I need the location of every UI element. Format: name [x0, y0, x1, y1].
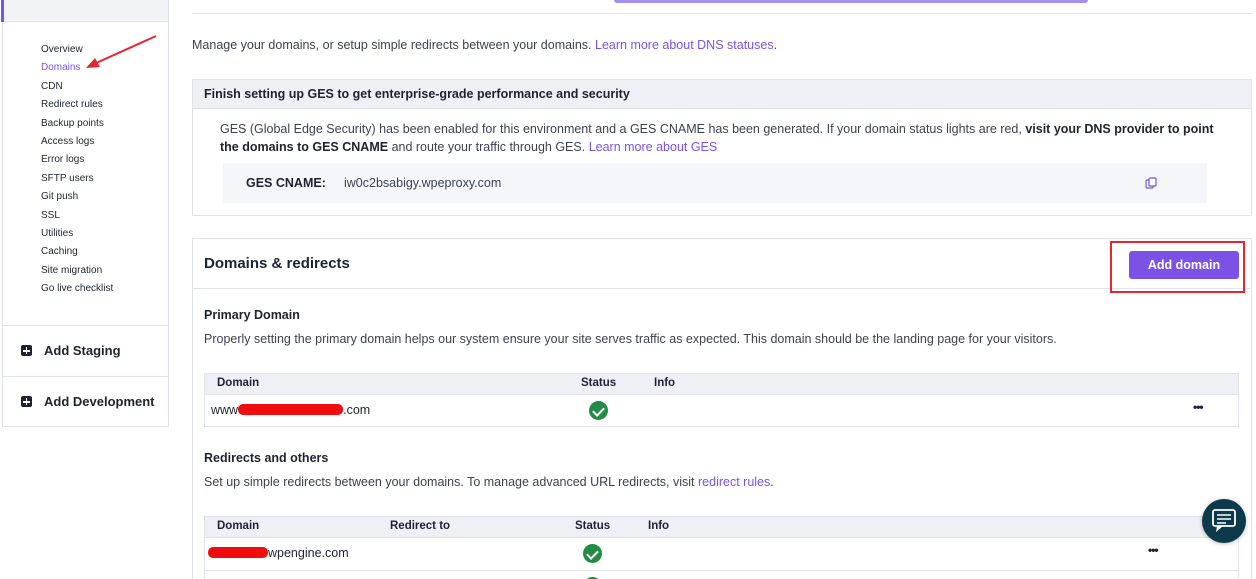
table-header: Domain Status Info	[205, 374, 1238, 394]
sidebar-item-utilities[interactable]: Utilities	[41, 225, 113, 243]
sidebar-item-cdn[interactable]: CDN	[41, 78, 113, 96]
domains-panel-title: Domains & redirects	[193, 239, 1251, 289]
more-options-icon[interactable]: •••	[1193, 400, 1204, 414]
add-staging-button[interactable]: Add Staging	[3, 325, 168, 375]
annotation-arrow-icon	[86, 35, 157, 68]
ges-cname-box: GES CNAME: iw0c2bsabigy.wpeproxy.com	[223, 163, 1207, 203]
plus-square-icon	[21, 345, 32, 356]
copy-icon[interactable]	[1145, 177, 1157, 189]
sidebar-active-marker	[1, 0, 4, 22]
ges-panel: Finish setting up GES to get enterprise-…	[192, 79, 1252, 216]
top-progress-bar	[614, 0, 1088, 3]
ges-learn-more-link[interactable]: Learn more about GES	[589, 140, 718, 154]
column-domain: Domain	[217, 520, 260, 532]
sidebar-item-redirect-rules[interactable]: Redirect rules	[41, 96, 113, 114]
column-status: Status	[581, 377, 617, 389]
ges-body-text-end: and route your traffic through GES.	[391, 139, 586, 154]
sidebar-item-ssl[interactable]: SSL	[41, 207, 113, 225]
redirects-title: Redirects and others	[204, 451, 329, 465]
sidebar-item-access-logs[interactable]: Access logs	[41, 133, 113, 151]
sidebar-item-caching[interactable]: Caching	[41, 243, 113, 261]
chat-button[interactable]	[1202, 499, 1246, 543]
sidebar-item-go-live-checklist[interactable]: Go live checklist	[41, 280, 113, 298]
status-ok-icon	[583, 544, 602, 563]
intro-description: Manage your domains, or setup simple red…	[192, 38, 592, 52]
domain-suffix: wpengine.com	[268, 546, 349, 560]
primary-domain-title: Primary Domain	[204, 308, 300, 322]
intro-suffix: .	[773, 38, 778, 52]
add-development-button[interactable]: Add Development	[3, 376, 168, 426]
redirects-description: Set up simple redirects between your dom…	[204, 475, 774, 489]
column-info: Info	[648, 520, 670, 532]
redirects-suffix: .	[770, 475, 774, 489]
more-options-icon[interactable]: •••	[1148, 543, 1159, 557]
column-status: Status	[575, 520, 611, 532]
redirect-rules-link[interactable]: redirect rules	[698, 475, 770, 489]
ges-description: GES (Global Edge Security) has been enab…	[220, 121, 1230, 156]
annotation-highlight-box	[1110, 241, 1245, 293]
redirects-table: Domain Redirect to Status Info wpengine.…	[204, 516, 1239, 579]
redacted-text	[208, 547, 268, 558]
table-row[interactable]	[205, 570, 1238, 579]
sidebar-item-error-logs[interactable]: Error logs	[41, 151, 113, 169]
sidebar-item-backup-points[interactable]: Backup points	[41, 115, 113, 133]
redacted-text	[238, 404, 344, 415]
sidebar-item-sftp-users[interactable]: SFTP users	[41, 170, 113, 188]
ges-body-text: GES (Global Edge Security) has been enab…	[220, 122, 1022, 136]
domain-suffix: .com	[343, 403, 371, 417]
table-row[interactable]: wpengine.com •••	[205, 537, 1238, 570]
primary-domain-description: Properly setting the primary domain help…	[204, 332, 1057, 346]
column-redirect-to: Redirect to	[390, 520, 451, 532]
add-staging-label: Add Staging	[44, 343, 121, 358]
plus-square-icon	[21, 396, 32, 407]
primary-domain-table: Domain Status Info www .com •••	[204, 373, 1239, 427]
sidebar-header	[3, 0, 168, 22]
table-header: Domain Redirect to Status Info	[205, 517, 1238, 537]
domains-panel: Domains & redirects Add domain Primary D…	[192, 238, 1252, 579]
ges-cname-value: iw0c2bsabigy.wpeproxy.com	[344, 176, 502, 190]
status-ok-icon	[589, 401, 608, 420]
domain-cell: www .com	[211, 403, 370, 417]
add-development-label: Add Development	[44, 394, 155, 409]
redirects-description-text: Set up simple redirects between your dom…	[204, 475, 695, 489]
domain-cell: wpengine.com	[208, 546, 349, 560]
dns-status-link[interactable]: Learn more about DNS statuses	[595, 38, 774, 52]
domain-prefix: www	[211, 403, 239, 417]
sidebar-item-git-push[interactable]: Git push	[41, 188, 113, 206]
ges-cname-label: GES CNAME:	[246, 176, 326, 190]
column-domain: Domain	[217, 377, 260, 389]
column-info: Info	[654, 377, 676, 389]
ges-panel-title: Finish setting up GES to get enterprise-…	[193, 80, 1251, 109]
chat-icon	[1212, 509, 1236, 532]
divider	[192, 13, 1252, 14]
table-row[interactable]: www .com •••	[205, 394, 1238, 427]
intro-text: Manage your domains, or setup simple red…	[192, 38, 777, 52]
sidebar-nav: Overview Domains CDN Redirect rules Back…	[41, 41, 113, 299]
sidebar-item-site-migration[interactable]: Site migration	[41, 262, 113, 280]
